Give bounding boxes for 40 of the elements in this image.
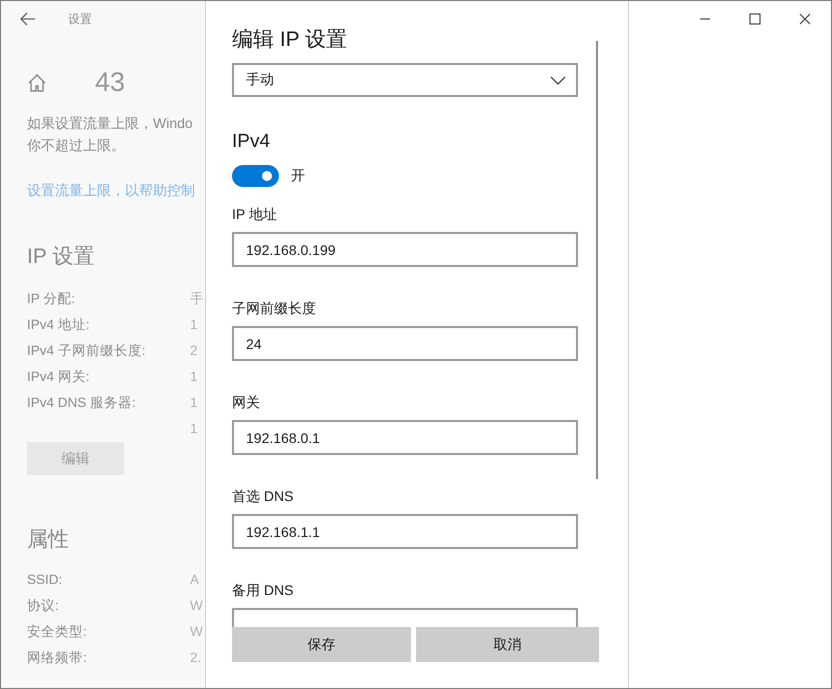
dialog-title: 编辑 IP 设置 bbox=[232, 27, 348, 53]
description-text: 你不超过上限。 bbox=[27, 136, 126, 155]
property-label: IPv4 子网前缀长度: bbox=[27, 342, 147, 360]
field-label: 备用 DNS bbox=[232, 581, 294, 599]
section-heading: 属性 bbox=[27, 527, 70, 553]
property-value: 1 bbox=[190, 420, 198, 438]
property-label: IPv4 地址: bbox=[27, 316, 91, 334]
save-button[interactable]: 保存 bbox=[232, 627, 411, 662]
property-value: 1 bbox=[190, 394, 198, 412]
input-field[interactable]: 192.168.1.1 bbox=[232, 514, 578, 549]
property-value: 1 bbox=[190, 316, 198, 334]
property-label: SSID: bbox=[27, 571, 64, 589]
field-label: 网关 bbox=[232, 393, 261, 411]
property-value: 手 bbox=[190, 290, 204, 308]
property-value: W bbox=[190, 597, 203, 615]
window-title: 设置 bbox=[68, 10, 92, 28]
field-label: IP 地址 bbox=[232, 205, 278, 223]
property-label: IPv4 DNS 服务器: bbox=[27, 394, 137, 412]
input-field[interactable]: 24 bbox=[232, 326, 578, 361]
property-label: 网络频带: bbox=[27, 649, 88, 667]
property-label: 安全类型: bbox=[27, 623, 88, 641]
input-field[interactable]: 192.168.0.199 bbox=[232, 232, 578, 267]
property-value: 1 bbox=[190, 368, 198, 386]
property-value: 2 bbox=[190, 342, 198, 360]
property-value: W bbox=[190, 623, 203, 641]
input-field[interactable]: 192.168.0.1 bbox=[232, 420, 578, 455]
property-value: 2. bbox=[190, 649, 202, 667]
property-label: IPv4 网关: bbox=[27, 368, 91, 386]
property-label: 协议: bbox=[27, 597, 60, 615]
mode-dropdown[interactable]: 手动 bbox=[232, 63, 578, 97]
property-label: IP 分配: bbox=[27, 290, 76, 308]
cancel-button[interactable]: 取消 bbox=[416, 627, 599, 662]
description-text: 如果设置流量上限，Windo bbox=[27, 114, 194, 133]
property-value: A bbox=[190, 571, 200, 589]
section-heading: IPv4 bbox=[232, 131, 272, 153]
field-label: 首选 DNS bbox=[232, 487, 294, 505]
toggle-label: 开 bbox=[291, 167, 305, 185]
field-label: 子网前缀长度 bbox=[232, 299, 317, 317]
page-heading: 43 bbox=[95, 67, 126, 98]
section-heading: IP 设置 bbox=[27, 244, 96, 270]
